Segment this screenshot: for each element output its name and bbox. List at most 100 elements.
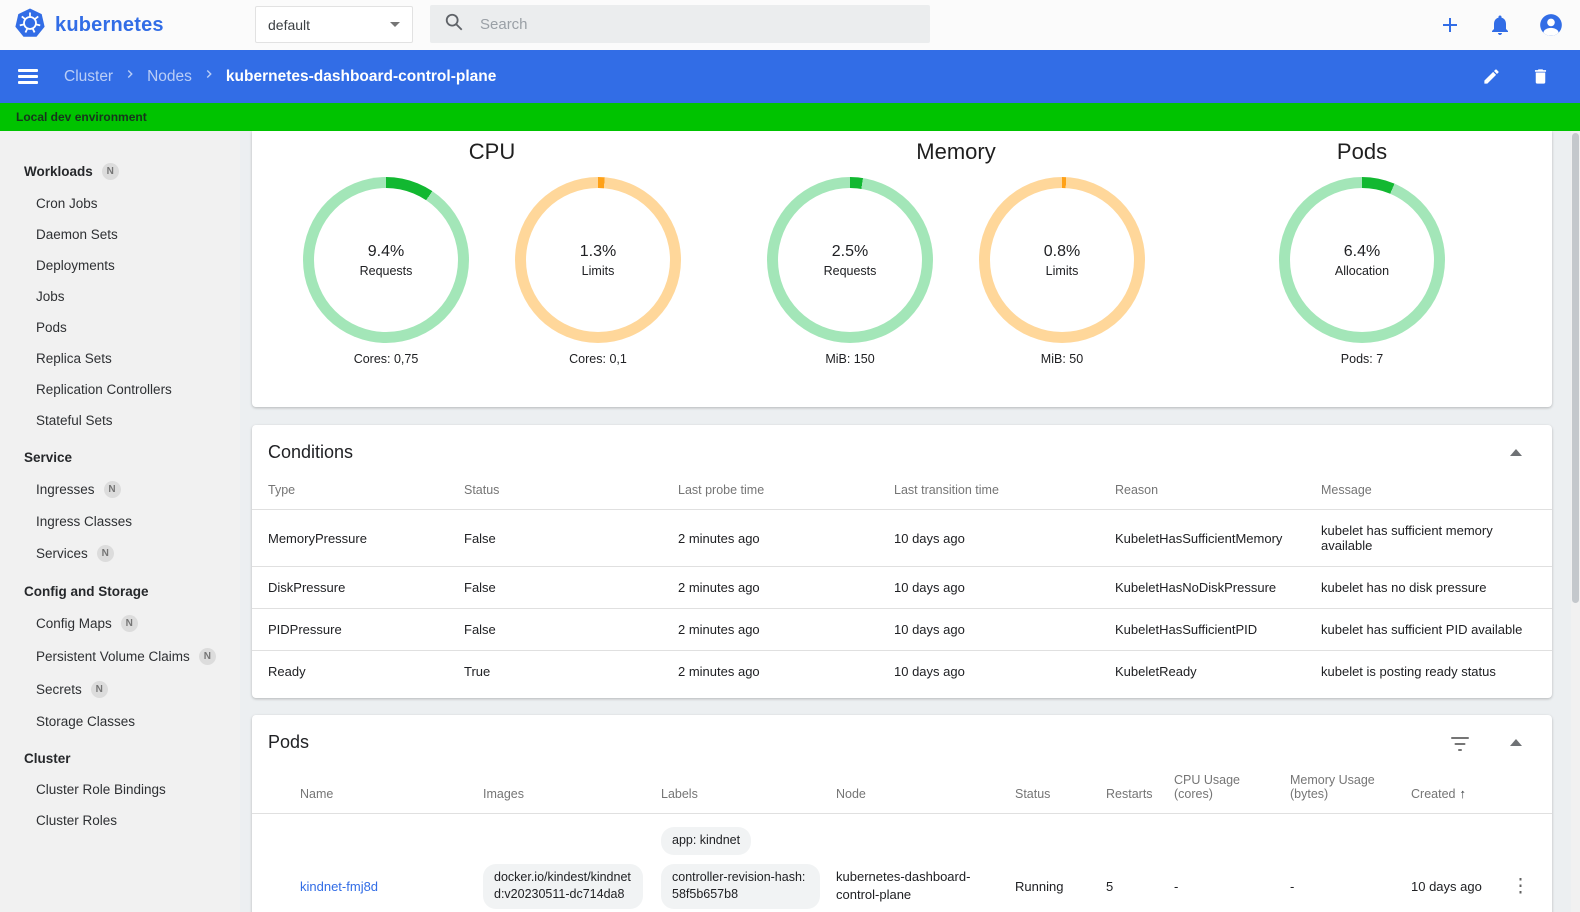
condition-reason: KubeletReady (1115, 664, 1197, 679)
more-vertical-icon[interactable]: ⋮ (1511, 876, 1530, 897)
scrollbar-thumb[interactable] (1572, 133, 1579, 603)
label-chip: app: kindnet (661, 827, 752, 855)
pods-table: Name Images Labels Node Status Restarts … (252, 765, 1552, 912)
sidebar-item-label: Ingresses (36, 482, 95, 497)
sidebar-item-daemon-sets[interactable]: Daemon Sets (0, 219, 240, 250)
chevron-right-icon (123, 67, 137, 86)
table-row: Ready True 2 minutes ago 10 days ago Kub… (252, 651, 1552, 693)
gauge-caption: Cores: 0,75 (353, 352, 419, 366)
sidebar-item-cron-jobs[interactable]: Cron Jobs (0, 188, 240, 219)
sidebar-item-config-maps[interactable]: Config Maps N (0, 607, 240, 640)
sidebar-item-cluster-roles[interactable]: Cluster Roles (0, 805, 240, 836)
cpu-allocation-group: CPU 9.4% Requests Cores: 0,75 1.3% Limit… (280, 131, 704, 407)
gauge-caption: MiB: 50 (1040, 352, 1084, 366)
sidebar-section-config-and-storage[interactable]: Config and Storage (0, 576, 240, 607)
sidebar-item-jobs[interactable]: Jobs (0, 281, 240, 312)
breadcrumb-cluster[interactable]: Cluster (64, 68, 113, 86)
gauge-caption: Pods: 7 (1340, 352, 1384, 366)
sidebar-nav: Workloads N Cron Jobs Daemon Sets Deploy… (0, 131, 240, 912)
sidebar-item-ingresses[interactable]: Ingresses N (0, 473, 240, 506)
pod-memory-usage: - (1290, 878, 1295, 894)
label-chip: controller-revision-hash: 58f5b657b8 (661, 863, 820, 909)
gauge-percent: 9.4% (367, 242, 405, 260)
sidebar-item-services[interactable]: Services N (0, 537, 240, 570)
sidebar-item-label: Daemon Sets (36, 227, 118, 242)
condition-last-transition: 10 days ago (894, 509, 1115, 567)
namespace-selector[interactable]: default (255, 6, 413, 43)
sidebar-section-label: Service (24, 450, 73, 465)
scrollbar[interactable] (1571, 131, 1580, 912)
sidebar-item-label: Cluster Role Bindings (36, 782, 166, 797)
sidebar-section-label: Config and Storage (24, 584, 149, 599)
column-header-status-dot (252, 765, 300, 814)
filter-list-icon[interactable] (1451, 737, 1469, 756)
caret-down-icon (390, 22, 400, 27)
notifications-bell-button[interactable] (1488, 13, 1512, 37)
sidebar-item-ingress-classes[interactable]: Ingress Classes (0, 506, 240, 537)
table-row: kindnet-fmj8d docker.io/kindest/kindnetd… (252, 814, 1552, 912)
table-row: DiskPressure False 2 minutes ago 10 days… (252, 566, 1552, 609)
gauge-label: Requests (823, 263, 877, 278)
sidebar-item-storage-classes[interactable]: Storage Classes (0, 706, 240, 737)
column-header-status: Status (464, 475, 678, 510)
kubernetes-brand[interactable]: kubernetes (14, 7, 164, 44)
page-title: kubernetes-dashboard-control-plane (225, 67, 497, 85)
menu-hamburger-icon[interactable] (18, 69, 38, 84)
column-header-type: Type (252, 475, 464, 510)
condition-last-probe: 2 minutes ago (678, 509, 894, 567)
sidebar-item-pods[interactable]: Pods (0, 312, 240, 343)
cpu-limits-gauge: 1.3% Limits Cores: 0,1 (492, 165, 704, 407)
gauge-caption: MiB: 150 (825, 352, 875, 366)
sidebar-section-workloads[interactable]: Workloads N (0, 155, 240, 188)
app-bar: Cluster Nodes kubernetes-dashboard-contr… (0, 50, 1580, 103)
sidebar-item-persistent-volume-claims[interactable]: Persistent Volume Claims N (0, 640, 240, 673)
user-account-button[interactable] (1538, 12, 1564, 38)
search-bar[interactable] (430, 5, 930, 43)
gauge-label: Limits (581, 263, 615, 278)
sidebar-item-replica-sets[interactable]: Replica Sets (0, 343, 240, 374)
gauge-percent: 1.3% (579, 242, 617, 260)
condition-message: kubelet has no disk pressure (1321, 566, 1552, 609)
conditions-card-title: Conditions (268, 442, 354, 462)
appbar-actions (1482, 67, 1564, 86)
edit-pencil-button[interactable] (1482, 67, 1501, 86)
sidebar-item-label: Replication Controllers (36, 382, 172, 397)
column-header-node: Node (836, 765, 1015, 814)
memory-requests-gauge: 2.5% Requests MiB: 150 (744, 165, 956, 407)
search-input[interactable] (480, 15, 916, 33)
new-badge: N (101, 163, 119, 180)
sidebar-item-stateful-sets[interactable]: Stateful Sets (0, 405, 240, 436)
collapse-up-icon[interactable] (1510, 739, 1522, 746)
delete-trash-button[interactable] (1531, 67, 1550, 86)
column-header-images: Images (483, 765, 661, 814)
sidebar-section-service[interactable]: Service (0, 442, 240, 473)
condition-reason: KubeletHasSufficientPID (1115, 608, 1321, 651)
condition-last-transition: 10 days ago (894, 664, 965, 679)
sidebar-item-cluster-role-bindings[interactable]: Cluster Role Bindings (0, 774, 240, 805)
pods-card: Pods Name Images Labels Node Status Rest… (252, 715, 1552, 912)
create-plus-button[interactable] (1438, 13, 1462, 37)
column-header-last-transition-time: Last transition time (894, 475, 1115, 510)
condition-message: kubelet has sufficient PID available (1321, 608, 1552, 651)
sidebar-item-secrets[interactable]: Secrets N (0, 673, 240, 706)
column-header-name: Name (300, 765, 483, 814)
gauge-label: Allocation (1334, 263, 1390, 278)
column-header-message: Message (1321, 475, 1552, 510)
breadcrumb-nodes[interactable]: Nodes (147, 68, 192, 86)
labels-stack: app: kindnet controller-revision-hash: 5… (661, 827, 820, 912)
new-badge: N (90, 681, 108, 698)
pod-name-link[interactable]: kindnet-fmj8d (300, 879, 378, 894)
condition-message: kubelet has sufficient memory available (1321, 509, 1552, 567)
table-row: MemoryPressure False 2 minutes ago 10 da… (252, 509, 1552, 567)
condition-type: DiskPressure (252, 566, 464, 609)
sidebar-item-replication-controllers[interactable]: Replication Controllers (0, 374, 240, 405)
column-header-restarts: Restarts (1106, 765, 1174, 814)
column-header-created[interactable]: Created ↑ (1411, 765, 1511, 814)
sidebar-item-deployments[interactable]: Deployments (0, 250, 240, 281)
topbar-actions (1438, 0, 1564, 50)
sidebar-section-cluster[interactable]: Cluster (0, 743, 240, 774)
collapse-up-icon[interactable] (1510, 449, 1522, 456)
pod-node: kubernetes-dashboard-control-plane (836, 869, 971, 902)
column-header-labels: Labels (661, 765, 836, 814)
sidebar-item-label: Services (36, 546, 88, 561)
